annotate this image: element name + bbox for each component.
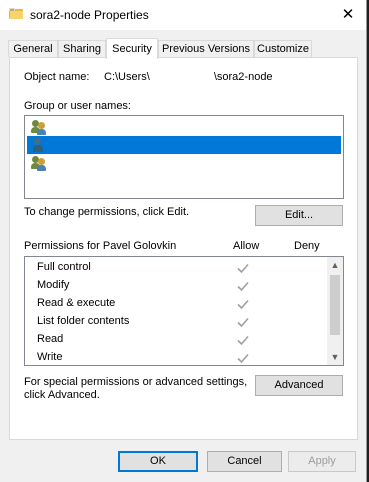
permissions-list: Full control Modify Read & execute List fol… <box>24 256 344 366</box>
window-title: sora2-node Properties <box>30 8 149 22</box>
tab-previous-versions[interactable]: Previous Versions <box>158 40 254 57</box>
user-icon <box>30 137 46 153</box>
folder-icon <box>9 8 23 19</box>
permissions-scrollbar[interactable]: ▲ ▼ <box>327 257 343 365</box>
permission-name: List folder contents <box>37 315 130 327</box>
permission-name: Full control <box>37 261 91 273</box>
checkmark-icon <box>235 350 251 365</box>
object-path-suffix: \sora2-node <box>213 71 273 83</box>
checkmark-icon <box>235 296 251 312</box>
dialog-footer: OK Cancel Apply <box>0 440 366 482</box>
security-panel: Object name: C:\Users\ \sora2-node Group … <box>9 57 358 440</box>
tab-general[interactable]: General <box>8 40 58 57</box>
close-button[interactable]: ✕ <box>336 3 360 27</box>
tab-security[interactable]: Security <box>106 38 158 59</box>
close-icon[interactable]: ✕ <box>342 6 355 23</box>
permission-row: Full control <box>25 259 325 277</box>
permission-name: Read & execute <box>37 297 116 309</box>
object-name-value: C:\Users\ \sora2-node <box>104 71 273 83</box>
object-name-label: Object name: <box>24 71 90 83</box>
scroll-up-arrow-icon[interactable]: ▲ <box>327 257 343 273</box>
permission-name: Modify <box>37 279 70 291</box>
special-permissions-text-2: click Advanced. <box>24 389 100 401</box>
change-permissions-text: To change permissions, click Edit. <box>24 206 190 218</box>
permission-name: Read <box>37 333 64 345</box>
users-icon <box>30 155 46 171</box>
properties-window: sora2-node Properties ✕ General Sharing … <box>0 0 367 482</box>
checkmark-icon <box>235 314 251 330</box>
advanced-button[interactable]: Advanced <box>255 375 343 396</box>
permission-row: List folder contents <box>25 313 325 331</box>
permission-row: Read <box>25 331 325 349</box>
permission-row: Write <box>25 349 325 365</box>
checkmark-icon <box>235 260 251 276</box>
tab-sharing[interactable]: Sharing <box>58 40 106 57</box>
tab-customize[interactable]: Customize <box>254 40 312 57</box>
ok-button[interactable]: OK <box>118 451 198 472</box>
permission-row: Read & execute <box>25 295 325 313</box>
group-row[interactable] <box>27 118 341 136</box>
permission-row: Modify <box>25 277 325 295</box>
users-icon <box>30 119 46 135</box>
groups-label: Group or user names: <box>24 100 131 112</box>
scroll-down-arrow-icon[interactable]: ▼ <box>327 349 343 365</box>
group-user-list[interactable] <box>24 115 344 199</box>
checkmark-icon <box>235 278 251 294</box>
deny-header: Deny <box>294 240 320 252</box>
object-path-prefix: C:\Users\ <box>104 71 150 83</box>
title-bar: sora2-node Properties ✕ <box>0 0 366 30</box>
group-row[interactable] <box>27 154 341 172</box>
permission-name: Write <box>37 351 63 363</box>
apply-button[interactable]: Apply <box>288 451 356 472</box>
cancel-button[interactable]: Cancel <box>207 451 282 472</box>
permissions-for-label: Permissions for Pavel Golovkin <box>24 240 177 252</box>
scroll-thumb[interactable] <box>330 275 340 335</box>
allow-header: Allow <box>233 240 260 252</box>
group-row-selected[interactable] <box>27 136 341 154</box>
edit-button[interactable]: Edit... <box>255 205 343 226</box>
checkmark-icon <box>235 332 251 348</box>
special-permissions-text: For special permissions or advanced sett… <box>24 376 248 388</box>
